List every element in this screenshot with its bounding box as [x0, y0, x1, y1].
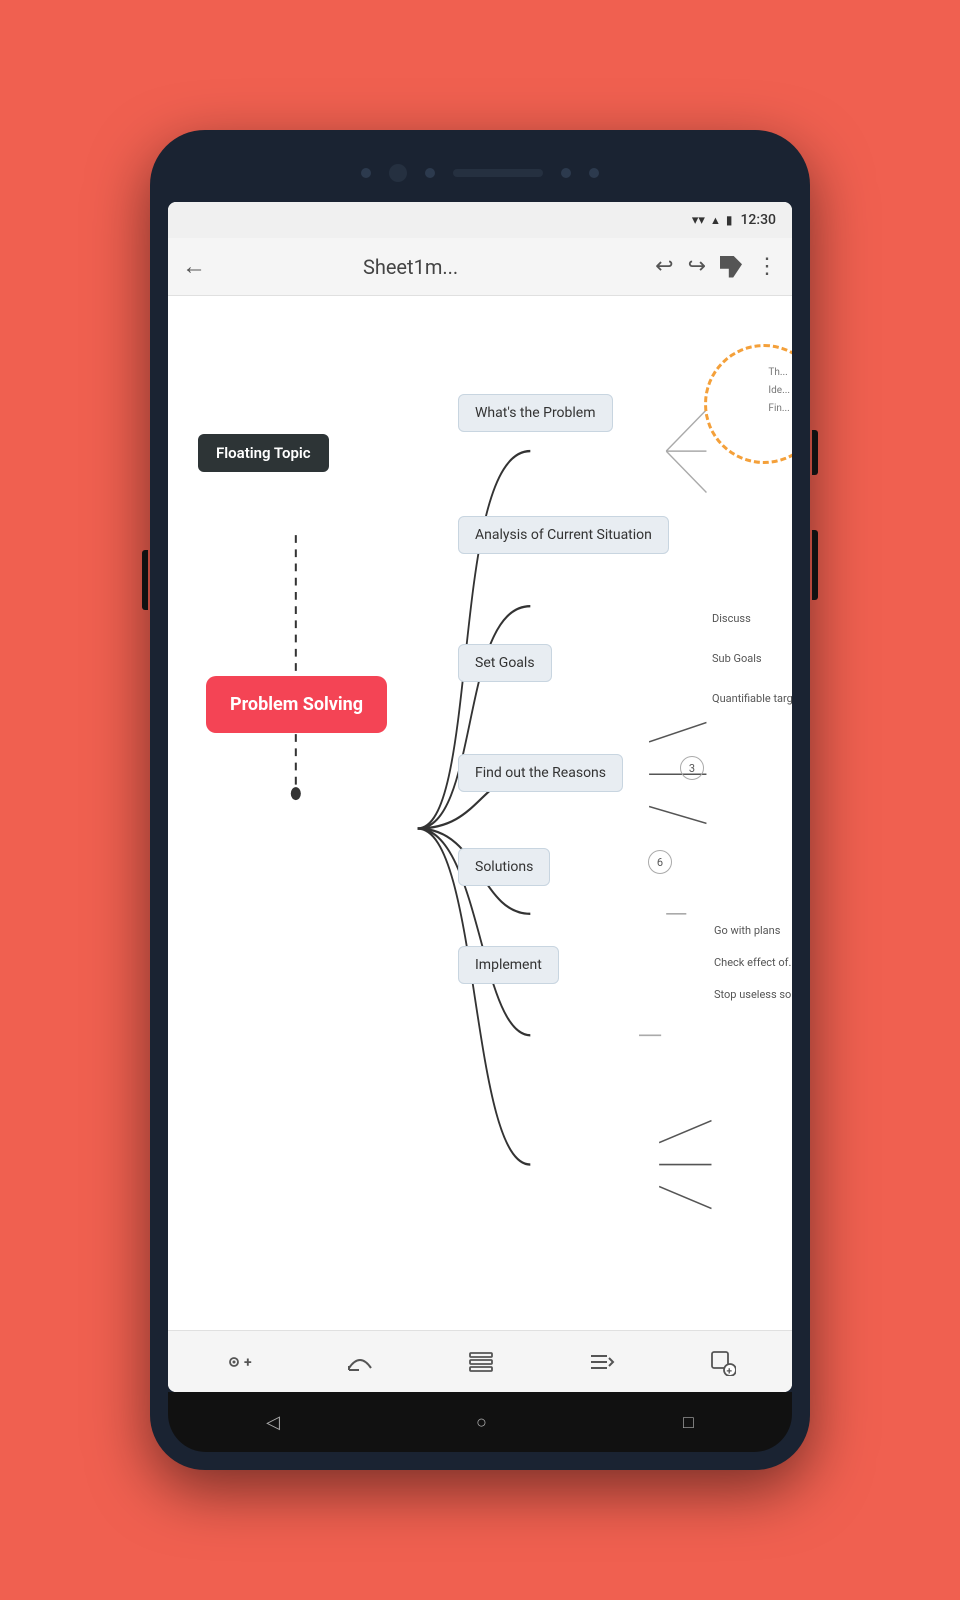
solutions-bubble: 6 — [648, 850, 672, 874]
phone-device: ▾▾ ▲ ▮ 12:30 ← Sheet1m... ↩ ↪ ⋮ — [150, 130, 810, 1470]
implement-child-2: Check effect of... — [714, 956, 792, 969]
floating-topic-label: Floating Topic — [216, 444, 311, 462]
branch-set-goals[interactable]: Set Goals — [458, 644, 552, 682]
analysis-label: Analysis of Current Situation — [475, 527, 652, 543]
phone-nav-bar: ◁ ○ □ — [168, 1392, 792, 1452]
branch-analysis[interactable]: Analysis of Current Situation — [458, 516, 669, 554]
sensor-dot-3 — [561, 168, 571, 178]
phone-top-sensors — [168, 148, 792, 198]
status-bar: ▾▾ ▲ ▮ 12:30 — [168, 202, 792, 238]
bottom-toolbar: + — [168, 1330, 792, 1392]
orange-label-3: Fin... — [768, 400, 790, 418]
speaker-bar — [453, 169, 543, 177]
status-icons: ▾▾ ▲ ▮ — [692, 213, 733, 228]
central-node-label: Problem Solving — [230, 694, 363, 715]
status-time: 12:30 — [740, 212, 776, 228]
orange-circle-labels: Th... Ide... Fin... — [768, 364, 790, 418]
set-goals-child-2: Sub Goals — [712, 652, 762, 665]
solutions-label: Solutions — [475, 859, 533, 875]
outline-icon — [587, 1348, 615, 1376]
app-title: Sheet1m... — [176, 255, 645, 279]
app-bar-actions: ↩ ↪ ⋮ — [655, 254, 778, 279]
undo-button[interactable]: ↩ — [655, 254, 673, 279]
add-topic-icon: + — [224, 1348, 252, 1376]
svg-text:+: + — [726, 1366, 732, 1376]
add-sheet-button[interactable]: + — [708, 1348, 736, 1376]
branch-whats-problem[interactable]: What's the Problem — [458, 394, 613, 432]
branch-find-reasons[interactable]: Find out the Reasons — [458, 754, 623, 792]
sensor-dot-4 — [589, 168, 599, 178]
nav-home-icon[interactable]: ○ — [476, 1412, 487, 1433]
layout-button[interactable] — [467, 1348, 495, 1376]
wifi-icon: ▾▾ — [692, 213, 705, 228]
branch-implement[interactable]: Implement — [458, 946, 559, 984]
layout-icon — [467, 1348, 495, 1376]
find-reasons-bubble: 3 — [680, 756, 704, 780]
connect-button[interactable] — [345, 1348, 375, 1376]
sensor-dot-1 — [361, 168, 371, 178]
central-node[interactable]: Problem Solving — [206, 676, 387, 733]
orange-label-1: Th... — [768, 364, 790, 382]
connect-icon — [345, 1348, 375, 1376]
side-button-volume — [812, 430, 818, 475]
svg-text:+: + — [244, 1355, 252, 1371]
redo-button[interactable]: ↪ — [688, 254, 706, 279]
battery-icon: ▮ — [726, 213, 733, 227]
nav-recents-icon[interactable]: □ — [683, 1412, 694, 1433]
phone-screen: ▾▾ ▲ ▮ 12:30 ← Sheet1m... ↩ ↪ ⋮ — [168, 202, 792, 1392]
add-sheet-icon: + — [708, 1348, 736, 1376]
more-button[interactable]: ⋮ — [756, 254, 778, 279]
implement-child-3: Stop useless so... — [714, 988, 792, 1001]
sensor-dot-2 — [425, 168, 435, 178]
set-goals-child-3: Quantifiable targ... — [712, 692, 792, 705]
signal-icon: ▲ — [710, 214, 721, 227]
whats-problem-label: What's the Problem — [475, 405, 596, 421]
format-painter-button[interactable] — [720, 256, 742, 278]
side-button-power — [812, 530, 818, 600]
app-bar: ← Sheet1m... ↩ ↪ ⋮ — [168, 238, 792, 296]
add-topic-button[interactable]: + — [224, 1348, 252, 1376]
side-button-left — [142, 550, 148, 610]
branch-solutions[interactable]: Solutions — [458, 848, 550, 886]
find-reasons-label: Find out the Reasons — [475, 765, 606, 781]
implement-label: Implement — [475, 957, 542, 973]
outline-button[interactable] — [587, 1348, 615, 1376]
implement-child-1: Go with plans — [714, 924, 780, 937]
floating-topic-node[interactable]: Floating Topic — [198, 434, 329, 472]
set-goals-label: Set Goals — [475, 655, 535, 671]
set-goals-child-1: Discuss — [712, 612, 751, 625]
mindmap-canvas[interactable]: Floating Topic Problem Solving What's th… — [168, 296, 792, 1330]
camera-dot — [389, 164, 407, 182]
orange-label-2: Ide... — [768, 382, 790, 400]
nav-back-icon[interactable]: ◁ — [266, 1412, 280, 1433]
